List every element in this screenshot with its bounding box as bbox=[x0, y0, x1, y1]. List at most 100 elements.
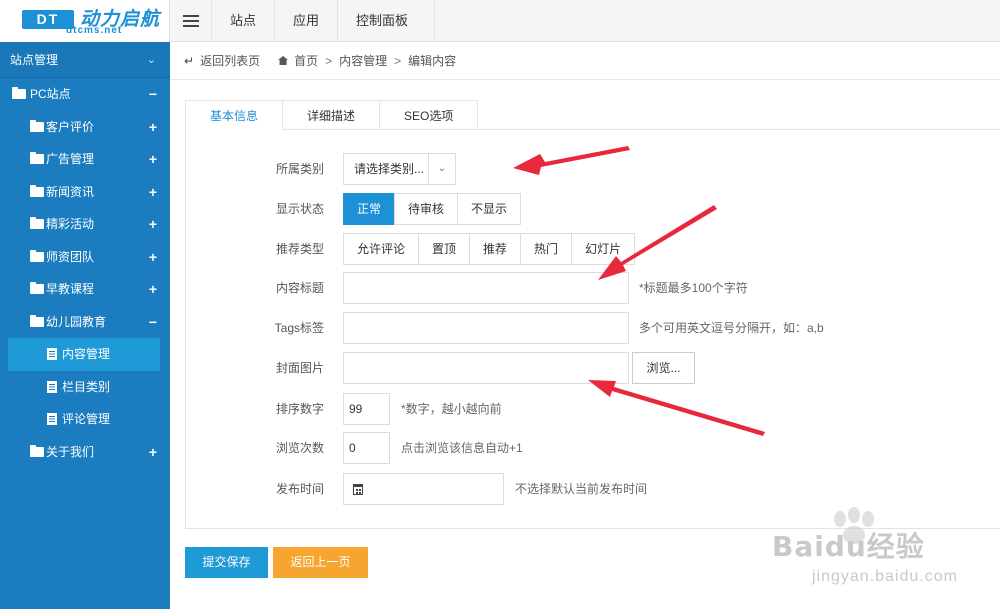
publish-hint: 不选择默认当前发布时间 bbox=[515, 482, 648, 496]
sidebar-item-label: 内容管理 bbox=[62, 347, 111, 361]
tags-input[interactable] bbox=[343, 312, 629, 344]
cover-label: 封面图片 bbox=[275, 361, 324, 375]
recommend-option-slideshow[interactable]: 幻灯片 bbox=[571, 233, 636, 265]
cover-row: 封面图片 浏览... bbox=[185, 352, 1000, 384]
title-row: 内容标题 *标题最多100个字符 bbox=[185, 272, 1000, 304]
views-row: 浏览次数 0 点击浏览该信息自动+1 bbox=[185, 432, 1000, 464]
calendar-icon[interactable] bbox=[353, 484, 363, 495]
category-select[interactable]: 请选择类别... ⌄ bbox=[343, 153, 456, 185]
sidebar-item-kindergarten[interactable]: 幼儿园教育 − bbox=[0, 306, 170, 339]
sidebar-item-label: 师资团队 bbox=[46, 249, 95, 264]
sidebar-item-pc-site[interactable]: PC站点 − bbox=[0, 78, 170, 111]
title-label: 内容标题 bbox=[275, 281, 324, 295]
recommend-option-recommend[interactable]: 推荐 bbox=[469, 233, 521, 265]
tab-seo-options[interactable]: SEO选项 bbox=[379, 100, 479, 130]
menu-toggle-icon[interactable] bbox=[170, 0, 212, 42]
watermark-text: Baidu经验 bbox=[772, 530, 925, 563]
sidebar-item-activities[interactable]: 精彩活动 + bbox=[0, 208, 170, 241]
nav-control-panel[interactable]: 控制面板 bbox=[338, 0, 436, 42]
title-input[interactable] bbox=[343, 272, 629, 304]
category-row: 所属类别 请选择类别... ⌄ bbox=[185, 153, 1000, 185]
sidebar-item-news[interactable]: 新闻资讯 + bbox=[0, 176, 170, 209]
sidebar-item-comments[interactable]: 评论管理 bbox=[0, 403, 170, 436]
sidebar-item-early-courses[interactable]: 早教课程 + bbox=[0, 273, 170, 306]
recommend-option-hot[interactable]: 热门 bbox=[520, 233, 572, 265]
expand-icon: + bbox=[148, 443, 157, 460]
folder-icon bbox=[30, 152, 44, 164]
breadcrumb: ↵ 返回列表页 首页 > 内容管理 > 编辑内容 bbox=[170, 42, 1000, 80]
submit-save-button[interactable]: 提交保存 bbox=[185, 547, 268, 578]
document-icon bbox=[47, 413, 57, 425]
document-icon bbox=[47, 348, 57, 360]
recommend-option-allow-comment[interactable]: 允许评论 bbox=[343, 233, 419, 265]
breadcrumb-content-link[interactable]: 内容管理 bbox=[339, 52, 387, 69]
sort-input[interactable]: 99 bbox=[343, 393, 390, 425]
publish-row: 发布时间 不选择默认当前发布时间 bbox=[185, 473, 1000, 505]
folder-icon bbox=[30, 249, 44, 262]
tab-bar: 基本信息 详细描述 SEO选项 bbox=[185, 100, 479, 130]
sidebar-item-reviews[interactable]: 客户评价 + bbox=[0, 111, 170, 144]
status-button-group: 正常 待审核 不显示 bbox=[343, 193, 522, 225]
breadcrumb-current: 编辑内容 bbox=[408, 54, 457, 68]
breadcrumb-separator: > bbox=[394, 53, 402, 68]
expand-icon: + bbox=[148, 216, 157, 232]
sidebar-header[interactable]: 站点管理 ⌄ bbox=[0, 42, 170, 78]
back-previous-button[interactable]: 返回上一页 bbox=[273, 547, 368, 578]
expand-icon: + bbox=[148, 248, 157, 265]
breadcrumb-separator: > bbox=[325, 53, 333, 68]
logo[interactable]: DT 动力启航 dtcms.net bbox=[0, 0, 170, 42]
top-bar: DT 动力启航 dtcms.net 站点 应用 控制面板 bbox=[0, 0, 1000, 42]
folder-icon bbox=[30, 184, 44, 197]
sidebar: 站点管理 ⌄ PC站点 − 客户评价 + 广告管理 + 新闻资讯 + 精彩活动 … bbox=[0, 42, 170, 609]
publish-label: 发布时间 bbox=[275, 482, 324, 496]
sidebar-item-label: 幼儿园教育 bbox=[46, 314, 107, 329]
watermark-url: jingyan.baidu.com bbox=[812, 568, 958, 585]
folder-icon bbox=[30, 282, 44, 294]
sort-label: 排序数字 bbox=[275, 402, 324, 416]
chevron-down-icon: ⌄ bbox=[146, 54, 156, 66]
status-option-hidden[interactable]: 不显示 bbox=[457, 193, 522, 225]
tab-detail-description[interactable]: 详细描述 bbox=[282, 100, 380, 130]
sidebar-item-label: 关于我们 bbox=[46, 444, 95, 459]
status-option-normal[interactable]: 正常 bbox=[343, 193, 395, 225]
top-nav: 站点 应用 控制面板 bbox=[212, 0, 436, 42]
recommend-label: 推荐类型 bbox=[275, 242, 324, 256]
folder-icon bbox=[30, 444, 44, 457]
expand-icon: + bbox=[148, 151, 157, 167]
tags-row: Tags标签 多个可用英文逗号分隔开，如：a,b bbox=[185, 312, 1000, 344]
sidebar-item-content-manage[interactable]: 内容管理 bbox=[8, 338, 160, 371]
sidebar-header-label: 站点管理 bbox=[10, 53, 59, 67]
chevron-down-icon[interactable]: ⌄ bbox=[428, 154, 455, 184]
views-label: 浏览次数 bbox=[275, 441, 324, 455]
category-select-value: 请选择类别... bbox=[354, 162, 425, 176]
back-to-list-link[interactable]: 返回列表页 bbox=[200, 52, 260, 69]
views-hint: 点击浏览该信息自动+1 bbox=[401, 441, 523, 455]
status-option-pending[interactable]: 待审核 bbox=[394, 193, 458, 225]
nav-apps[interactable]: 应用 bbox=[275, 0, 339, 42]
breadcrumb-home-link[interactable]: 首页 bbox=[294, 52, 318, 69]
logo-subtitle: dtcms.net bbox=[66, 25, 123, 36]
recommend-row: 推荐类型 允许评论 置顶 推荐 热门 幻灯片 bbox=[185, 233, 1000, 265]
sidebar-item-label: 早教课程 bbox=[46, 282, 95, 296]
views-input[interactable]: 0 bbox=[343, 432, 390, 464]
tab-basic-info[interactable]: 基本信息 bbox=[185, 100, 283, 130]
sidebar-item-label: PC站点 bbox=[30, 87, 71, 101]
publish-time-input[interactable] bbox=[343, 473, 504, 505]
folder-icon bbox=[30, 217, 44, 229]
sort-hint: *数字，越小越向前 bbox=[401, 402, 502, 416]
recommend-option-top[interactable]: 置顶 bbox=[418, 233, 470, 265]
nav-site[interactable]: 站点 bbox=[212, 0, 276, 42]
browse-button[interactable]: 浏览... bbox=[632, 352, 695, 384]
sidebar-item-label: 客户评价 bbox=[46, 119, 95, 134]
sidebar-item-teachers[interactable]: 师资团队 + bbox=[0, 241, 170, 274]
cover-image-input[interactable] bbox=[343, 352, 629, 384]
sidebar-item-ads[interactable]: 广告管理 + bbox=[0, 143, 170, 176]
back-arrow-icon: ↵ bbox=[184, 53, 195, 68]
folder-icon bbox=[12, 87, 26, 99]
sidebar-item-about[interactable]: 关于我们 + bbox=[0, 436, 170, 469]
sidebar-item-label: 广告管理 bbox=[46, 152, 95, 166]
tags-label: Tags标签 bbox=[274, 321, 324, 335]
sidebar-item-label: 新闻资讯 bbox=[46, 184, 95, 199]
sidebar-item-categories[interactable]: 栏目类别 bbox=[0, 371, 170, 404]
status-label: 显示状态 bbox=[275, 202, 324, 216]
